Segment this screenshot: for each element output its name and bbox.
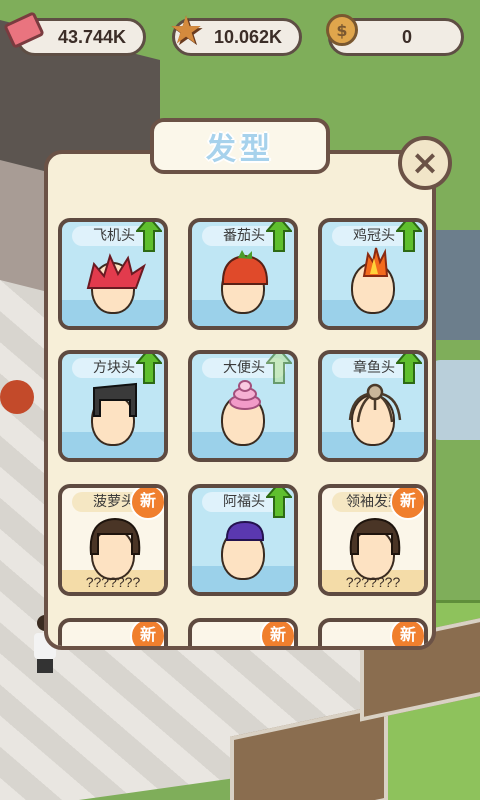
hairstyle-card[interactable]: 新	[188, 618, 298, 646]
fountain	[430, 360, 480, 440]
hairstyle-card[interactable]: 章鱼头	[318, 350, 428, 462]
hairstyle-card[interactable]: 阿福头	[188, 484, 298, 596]
locked-name: ???????	[345, 574, 401, 590]
coin-value: 0	[401, 26, 412, 47]
new-badge: 新	[130, 488, 164, 520]
hairstyle-card[interactable]: 大便头	[188, 350, 298, 462]
hairstyle-card[interactable]: 领袖发型??????? 新	[318, 484, 428, 596]
close-button[interactable]: ×	[398, 136, 452, 190]
hairstyle-card[interactable]: 鸡冠头	[318, 218, 428, 330]
cash-value: 43.744K	[57, 26, 127, 47]
upgrade-arrow-icon[interactable]	[264, 354, 294, 384]
upgrade-arrow-icon[interactable]	[394, 222, 424, 252]
hairstyle-card[interactable]: 新	[58, 618, 168, 646]
coin-icon: $	[322, 10, 362, 50]
close-icon: ×	[410, 143, 440, 183]
dialog-title: 发型	[150, 118, 330, 174]
hairstyle-card[interactable]: 方块头	[58, 350, 168, 462]
new-badge: 新	[390, 488, 424, 520]
star-icon: ★	[168, 8, 204, 52]
barber-chair	[0, 380, 34, 414]
new-badge: 新	[130, 622, 164, 646]
upgrade-arrow-icon[interactable]	[134, 354, 164, 384]
hairstyle-card[interactable]: 番茄头	[188, 218, 298, 330]
upgrade-arrow-icon[interactable]	[394, 354, 424, 384]
new-badge: 新	[260, 622, 294, 646]
hairstyle-card[interactable]: 菠萝头??????? 新	[58, 484, 168, 596]
new-badge: 新	[390, 622, 424, 646]
upgrade-arrow-icon[interactable]	[264, 222, 294, 252]
cash-icon	[3, 10, 45, 50]
upgrade-arrow-icon[interactable]	[134, 222, 164, 252]
hairstyle-card[interactable]: 新	[318, 618, 428, 646]
hairstyle-card[interactable]: 飞机头	[58, 218, 168, 330]
hairstyle-dialog: 飞机头 番茄头 鸡冠头 方块头 大便头 章鱼头 菠萝头??????? 新阿福头 领袖发型????…	[44, 150, 436, 650]
locked-name: ???????	[85, 574, 141, 590]
upgrade-arrow-icon[interactable]	[264, 488, 294, 518]
